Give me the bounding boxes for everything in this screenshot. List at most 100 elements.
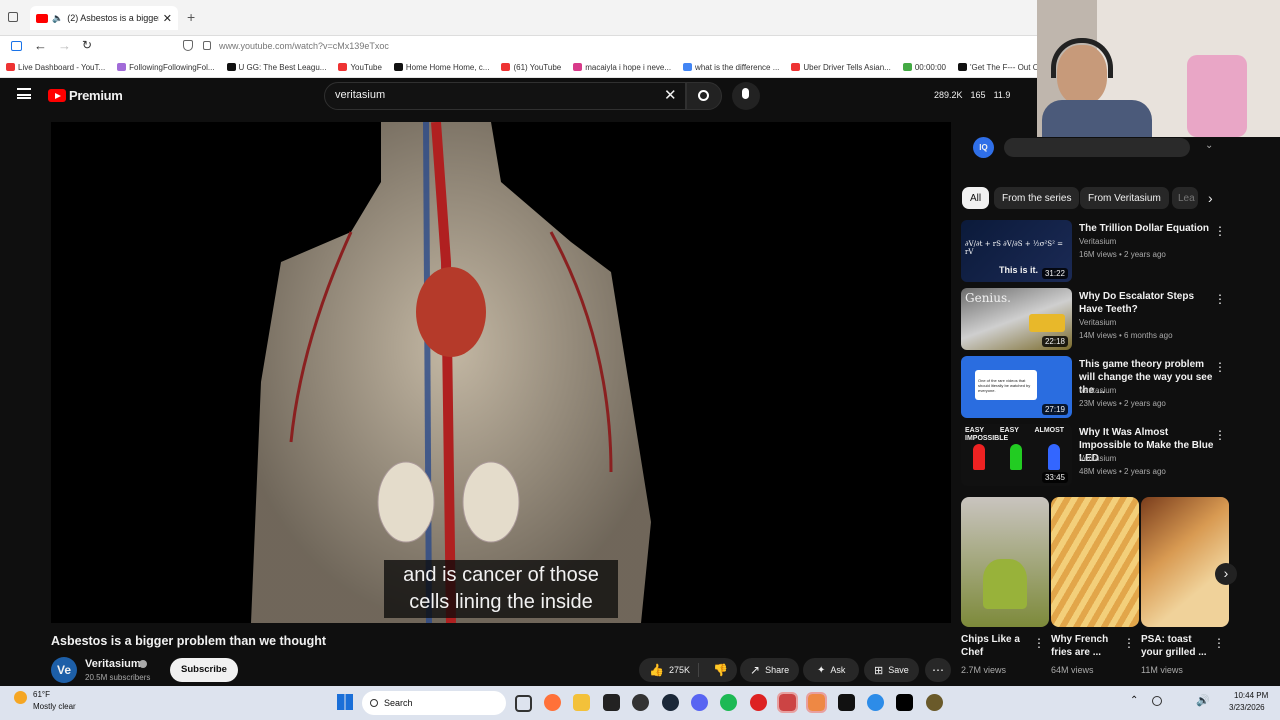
- weather-desc: Mostly clear: [33, 702, 76, 711]
- bookmark-item[interactable]: Uber Driver Tells Asian...: [791, 62, 891, 72]
- sidebar-toggle-icon[interactable]: [11, 41, 22, 51]
- more-options-icon[interactable]: ⋮: [1214, 360, 1226, 374]
- reload-icon[interactable]: ↻: [82, 38, 92, 52]
- menu-icon[interactable]: [17, 88, 31, 99]
- bookmark-favicon-icon: [683, 63, 693, 71]
- clear-search-icon[interactable]: ✕: [664, 86, 677, 104]
- bookmark-item[interactable]: what is the difference ...: [683, 63, 779, 72]
- start-icon[interactable]: [337, 694, 353, 710]
- app-icon-black[interactable]: [896, 694, 913, 711]
- forward-icon[interactable]: →: [58, 38, 71, 53]
- short-more-icon-3[interactable]: ⋮: [1213, 636, 1225, 650]
- obs-icon[interactable]: [632, 694, 649, 711]
- channel-name[interactable]: Veritasium: [85, 658, 141, 670]
- firefox-icon[interactable]: [544, 694, 561, 711]
- browser-tab-active[interactable]: 🔈 (2) Asbestos is a bigger pro ✕: [30, 6, 178, 30]
- like-button[interactable]: 👍 275K: [639, 663, 699, 677]
- recommendation-2[interactable]: Genius. 22:18 Why Do Escalator Steps Hav…: [961, 288, 1231, 350]
- bookmark-item[interactable]: macaiyla i hope i neve...: [573, 63, 671, 72]
- discord-icon[interactable]: [691, 694, 708, 711]
- app-icon-dark[interactable]: [838, 694, 855, 711]
- file-explorer-icon[interactable]: [573, 694, 590, 711]
- search-input[interactable]: veritasium: [324, 82, 686, 110]
- bookmark-item[interactable]: Home Home Home, c...: [393, 63, 489, 72]
- bookmark-label: Uber Driver Tells Asian...: [803, 62, 891, 72]
- task-view-icon[interactable]: [515, 695, 532, 712]
- close-tab-icon[interactable]: ✕: [163, 12, 172, 25]
- bookmark-item[interactable]: 00:00:00: [902, 63, 946, 72]
- short-thumbnail-3[interactable]: [1141, 497, 1229, 627]
- tracking-shield-icon[interactable]: [183, 40, 193, 51]
- app-icon-blue[interactable]: [867, 694, 884, 711]
- short-title-3[interactable]: PSA: toast your grilled ...: [1141, 633, 1213, 659]
- voice-search-button[interactable]: [732, 82, 760, 110]
- short-more-icon-2[interactable]: ⋮: [1123, 636, 1135, 650]
- share-button[interactable]: ↗ Share: [740, 658, 800, 682]
- back-icon[interactable]: ←: [34, 38, 47, 53]
- channel-name: Veritasium: [1079, 386, 1117, 395]
- app-icon-active-2[interactable]: [806, 692, 827, 713]
- chip-all[interactable]: All: [962, 187, 990, 209]
- short-thumbnail-2[interactable]: [1051, 497, 1139, 627]
- short-thumbnail-1[interactable]: [961, 497, 1049, 627]
- save-label: Save: [888, 665, 909, 675]
- tab-actions-icon[interactable]: [8, 12, 18, 22]
- ask-button[interactable]: ✦ Ask: [803, 658, 860, 682]
- date[interactable]: 3/23/2026: [1229, 703, 1265, 712]
- subscribe-button[interactable]: Subscribe: [170, 658, 238, 682]
- url-field[interactable]: www.youtube.com/watch?v=cMx139eTxoc: [219, 41, 389, 51]
- channel-avatar[interactable]: Ve: [51, 657, 77, 683]
- time[interactable]: 10:44 PM: [1234, 691, 1268, 700]
- short-title-2[interactable]: Why French fries are ...: [1051, 633, 1123, 659]
- app-icon-active-1[interactable]: [777, 692, 798, 713]
- weather-icon[interactable]: [14, 691, 27, 704]
- chip-learn[interactable]: Lea: [1172, 187, 1198, 209]
- duration-badge: 31:22: [1041, 268, 1068, 279]
- shorts-next-icon[interactable]: ›: [1215, 563, 1237, 585]
- taskbar-search[interactable]: Search: [362, 691, 506, 715]
- bookmark-favicon-icon: [791, 63, 801, 71]
- more-actions-button[interactable]: ⋯: [925, 658, 951, 682]
- save-button[interactable]: ⊞ Save: [864, 658, 919, 682]
- capcut-icon[interactable]: [603, 694, 620, 711]
- network-icon[interactable]: [1152, 696, 1162, 706]
- stat-views: 289.2K: [934, 90, 963, 100]
- video-player[interactable]: and is cancer of those cells lining the …: [51, 122, 951, 623]
- bookmark-item[interactable]: YouTube: [338, 63, 382, 72]
- more-options-icon[interactable]: ⋮: [1214, 224, 1226, 238]
- more-options-icon[interactable]: ⋮: [1214, 292, 1226, 306]
- volume-icon[interactable]: 🔊: [1196, 694, 1210, 707]
- dislike-button[interactable]: 👎: [704, 663, 737, 677]
- more-options-icon[interactable]: ⋮: [1214, 428, 1226, 442]
- tray-chevron-icon[interactable]: ⌃: [1130, 695, 1138, 706]
- iq-badge-icon[interactable]: IQ: [973, 137, 994, 158]
- spotify-icon[interactable]: [720, 694, 737, 711]
- bookmark-item[interactable]: (61) YouTube: [501, 63, 561, 72]
- bookmark-favicon-icon: [117, 63, 127, 71]
- chevron-down-icon[interactable]: ⌄: [1205, 140, 1213, 151]
- weather-temp[interactable]: 61°F: [33, 690, 50, 699]
- thumbnail-text: EASY EASY ALMOST IMPOSSIBLE: [965, 427, 1065, 442]
- stat-other: 11.9: [993, 90, 1011, 100]
- lock-icon[interactable]: [203, 41, 211, 50]
- chip-from-veritasium[interactable]: From Veritasium: [1080, 187, 1169, 209]
- recommendation-1[interactable]: ∂V/∂t + rS ∂V/∂S + ½σ²S² = rV This is it…: [961, 220, 1231, 282]
- chevron-right-icon[interactable]: ›: [1208, 190, 1213, 206]
- youtube-logo-icon[interactable]: [48, 89, 66, 102]
- app-icon-red[interactable]: [750, 694, 767, 711]
- new-tab-icon[interactable]: +: [187, 9, 195, 25]
- search-button[interactable]: [686, 82, 722, 110]
- bookmark-item[interactable]: FollowingFollowingFol...: [117, 63, 215, 72]
- short-more-icon-1[interactable]: ⋮: [1033, 636, 1045, 650]
- thumbnail: ∂V/∂t + rS ∂V/∂S + ½σ²S² = rV This is it…: [961, 220, 1072, 282]
- short-title-1[interactable]: Chips Like a Chef: [961, 633, 1033, 659]
- steam-icon[interactable]: [662, 694, 679, 711]
- bookmark-item[interactable]: Live Dashboard - YouT...: [6, 63, 105, 72]
- bookmark-item[interactable]: U GG: The Best Leagu...: [226, 63, 326, 72]
- thumbs-down-icon: 👎: [712, 663, 728, 677]
- recommendation-3[interactable]: One of the rare videos that should liter…: [961, 356, 1231, 418]
- chip-from-the-series[interactable]: From the series: [994, 187, 1080, 209]
- video-title: The Trillion Dollar Equation: [1079, 223, 1210, 234]
- app-icon-gold[interactable]: [926, 694, 943, 711]
- recommendation-4[interactable]: EASY EASY ALMOST IMPOSSIBLE 33:45 Why It…: [961, 424, 1231, 486]
